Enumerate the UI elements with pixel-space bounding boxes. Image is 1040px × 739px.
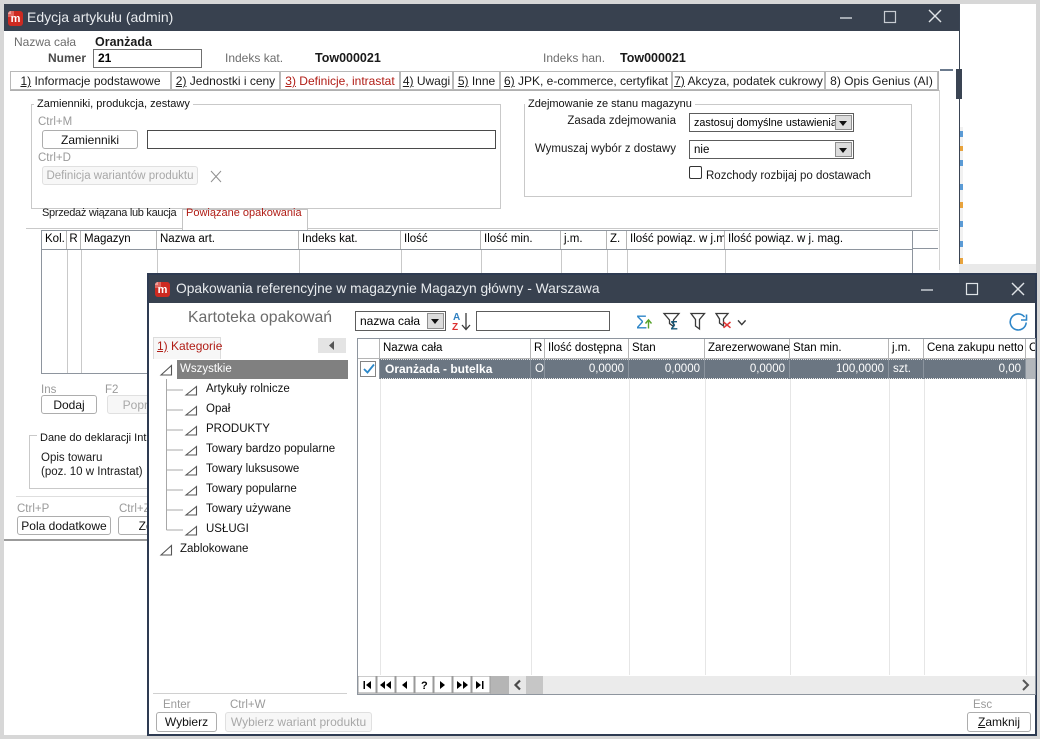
svg-text:?: ? bbox=[421, 680, 428, 692]
svg-text:Z: Z bbox=[452, 322, 458, 333]
svg-text:Σ: Σ bbox=[671, 319, 678, 333]
